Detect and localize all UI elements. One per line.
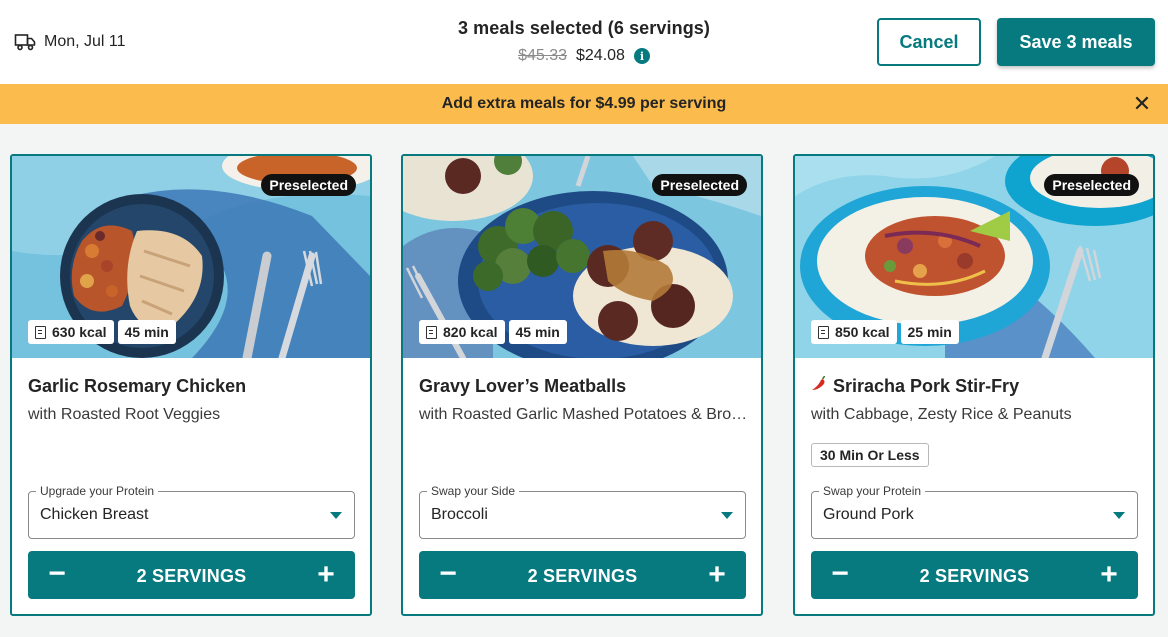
select-value: Ground Pork <box>823 506 914 523</box>
minus-button[interactable]: − <box>825 559 855 590</box>
meal-image[interactable]: Preselected 850 kcal 25 min <box>795 156 1153 358</box>
minus-button[interactable]: − <box>42 559 72 590</box>
servings-label: 2 SERVINGS <box>527 566 638 586</box>
meal-title-text: Gravy Lover’s Meatballs <box>419 376 627 396</box>
meal-card[interactable]: Preselected 850 kcal 25 min Sriracha Por… <box>793 154 1155 616</box>
document-icon <box>35 325 46 339</box>
time-chip: 25 min <box>900 320 959 344</box>
summary-price: $45.33 $24.08 i <box>400 47 768 65</box>
top-bar: Mon, Jul 11 3 meals selected (6 servings… <box>0 0 1168 84</box>
meal-meta: 630 kcal 45 min <box>28 320 176 344</box>
time-value: 45 min <box>124 324 169 340</box>
preselected-badge: Preselected <box>652 174 747 196</box>
kcal-chip: 850 kcal <box>811 320 897 344</box>
caret-down-icon <box>330 512 342 519</box>
select-label: Swap your Side <box>427 484 520 498</box>
selection-summary: 3 meals selected (6 servings) $45.33 $24… <box>400 18 768 65</box>
side-select[interactable]: Swap your Side Broccoli <box>419 484 746 539</box>
preselected-badge: Preselected <box>261 174 356 196</box>
meal-tag: 30 Min Or Less <box>811 443 929 467</box>
meal-subtitle: with Roasted Root Veggies <box>28 406 221 423</box>
select-label: Swap your Protein <box>819 484 926 498</box>
time-value: 25 min <box>907 324 952 340</box>
protein-select[interactable]: Upgrade your Protein Chicken Breast <box>28 484 355 539</box>
kcal-value: 630 kcal <box>52 324 107 340</box>
meal-subtitle: with Cabbage, Zesty Rice & Peanuts <box>811 406 1072 423</box>
meal-title[interactable]: Gravy Lover’s Meatballs <box>419 376 626 397</box>
cancel-button[interactable]: Cancel <box>877 18 981 66</box>
delivery-truck-icon <box>14 32 36 52</box>
meal-title[interactable]: Garlic Rosemary Chicken <box>28 376 246 397</box>
close-icon[interactable]: ✕ <box>1132 93 1152 115</box>
meal-title[interactable]: Sriracha Pork Stir-Fry <box>811 375 1020 397</box>
servings-label: 2 SERVINGS <box>136 566 247 586</box>
new-price: $24.08 <box>576 47 625 64</box>
time-chip: 45 min <box>117 320 176 344</box>
promo-banner-text: Add extra meals for $4.99 per serving <box>441 95 727 112</box>
caret-down-icon <box>1113 512 1125 519</box>
info-icon[interactable]: i <box>633 48 650 64</box>
meal-image[interactable]: Preselected 820 kcal 45 min <box>403 156 761 358</box>
plus-button[interactable]: + <box>311 560 341 590</box>
delivery-date: Mon, Jul 11 <box>14 32 126 52</box>
document-icon <box>818 325 829 339</box>
meal-subtitle: with Roasted Garlic Mashed Potatoes & Br… <box>419 406 749 423</box>
meal-meta: 820 kcal 45 min <box>419 320 567 344</box>
kcal-value: 850 kcal <box>835 324 890 340</box>
time-value: 45 min <box>515 324 560 340</box>
kcal-chip: 630 kcal <box>28 320 114 344</box>
delivery-date-text: Mon, Jul 11 <box>44 33 126 50</box>
servings-label: 2 SERVINGS <box>919 566 1030 586</box>
servings-stepper: − 2 SERVINGS + <box>811 551 1138 599</box>
plus-button[interactable]: + <box>1094 560 1124 590</box>
meal-card[interactable]: Preselected 630 kcal 45 min Garlic Rosem… <box>10 154 372 616</box>
meal-meta: 850 kcal 25 min <box>811 320 959 344</box>
time-chip: 45 min <box>508 320 567 344</box>
select-value: Broccoli <box>431 506 488 523</box>
plus-button[interactable]: + <box>702 560 732 590</box>
meal-card[interactable]: Preselected 820 kcal 45 min Gravy Lover’… <box>401 154 763 616</box>
preselected-badge: Preselected <box>1044 174 1139 196</box>
meal-title-text: Sriracha Pork Stir-Fry <box>833 376 1020 396</box>
minus-button[interactable]: − <box>433 559 463 590</box>
promo-banner: Add extra meals for $4.99 per serving ✕ <box>0 84 1168 124</box>
select-value: Chicken Breast <box>40 506 149 523</box>
servings-stepper: − 2 SERVINGS + <box>419 551 746 599</box>
meal-image[interactable]: Preselected 630 kcal 45 min <box>12 156 370 358</box>
document-icon <box>426 325 437 339</box>
summary-title: 3 meals selected (6 servings) <box>457 18 711 38</box>
servings-stepper: − 2 SERVINGS + <box>28 551 355 599</box>
kcal-value: 820 kcal <box>443 324 498 340</box>
protein-select[interactable]: Swap your Protein Ground Pork <box>811 484 1138 539</box>
meal-title-text: Garlic Rosemary Chicken <box>28 376 247 396</box>
chili-pepper-icon <box>811 375 827 397</box>
caret-down-icon <box>721 512 733 519</box>
save-meals-button[interactable]: Save 3 meals <box>997 18 1155 66</box>
select-label: Upgrade your Protein <box>36 484 159 498</box>
old-price: $45.33 <box>518 47 567 64</box>
kcal-chip: 820 kcal <box>419 320 505 344</box>
